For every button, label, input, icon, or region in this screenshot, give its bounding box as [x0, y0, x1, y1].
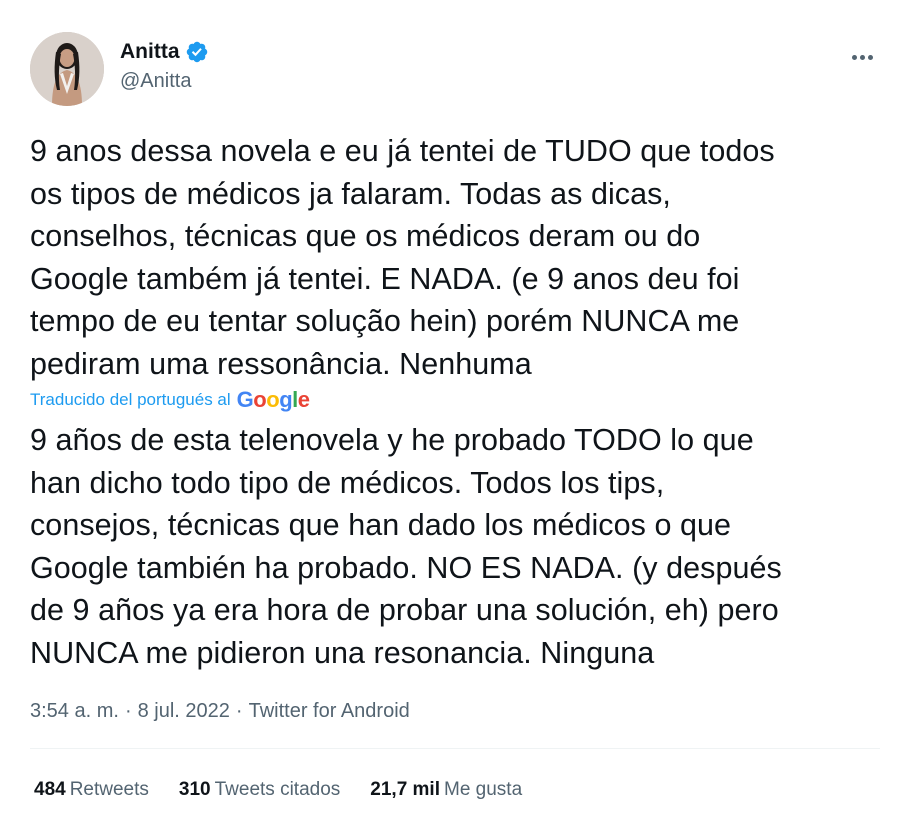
- avatar-photo-icon: [30, 32, 104, 106]
- quotes-count: 310: [178, 779, 211, 800]
- tweet-source[interactable]: Twitter for Android: [249, 700, 410, 723]
- more-dot: [851, 54, 857, 60]
- retweets-count: 484: [34, 779, 66, 800]
- translation-attribution[interactable]: Traducido del portugués al Google: [30, 386, 310, 414]
- google-logo-letter: o: [266, 387, 280, 412]
- likes-count: 21,7 mil: [370, 779, 440, 800]
- author-handle[interactable]: @Anitta: [120, 70, 209, 93]
- likes-label: Me gusta: [444, 779, 523, 800]
- google-logo-letter: g: [279, 387, 293, 412]
- tweet-detail: Anitta @Anitta 9 anos dessa novela e eu …: [0, 0, 903, 817]
- google-logo-letter: o: [253, 387, 267, 412]
- likes-stat[interactable]: 21,7 mil Me gusta: [370, 779, 522, 801]
- author-names: Anitta @Anitta: [120, 38, 209, 93]
- quotes-stat[interactable]: 310 Tweets citados: [179, 779, 340, 801]
- divider: [30, 748, 880, 749]
- translation-label: Traducido del portugués al: [30, 390, 231, 409]
- google-logo-icon: Google: [237, 387, 310, 413]
- verified-badge-icon: [185, 40, 209, 64]
- more-dot: [859, 54, 865, 60]
- engagement-stats: 484 Retweets 310 Tweets citados 21,7 mil Me…: [34, 776, 552, 804]
- tweet-metadata: 3:54 a. m. · 8 jul. 2022 · Twitter for A…: [30, 696, 410, 726]
- more-horizontal-icon[interactable]: [844, 42, 880, 72]
- tweet-date[interactable]: 8 jul. 2022: [138, 700, 230, 723]
- display-name-row: Anitta: [120, 38, 209, 66]
- tweet-header: Anitta @Anitta: [30, 32, 880, 106]
- meta-separator: ·: [124, 699, 132, 722]
- avatar[interactable]: [30, 32, 104, 106]
- retweets-label: Retweets: [69, 779, 149, 800]
- retweets-stat[interactable]: 484 Retweets: [34, 779, 149, 801]
- more-dot: [867, 54, 873, 60]
- quotes-label: Tweets citados: [214, 779, 341, 800]
- meta-separator: ·: [235, 699, 243, 722]
- tweet-text: 9 anos dessa novela e eu já tentei de TU…: [30, 134, 775, 381]
- google-logo-letter: e: [297, 387, 310, 412]
- author-display-name[interactable]: Anitta: [120, 40, 180, 64]
- tweet-timestamp[interactable]: 3:54 a. m.: [30, 700, 119, 723]
- translated-tweet-text: 9 años de esta telenovela y he probado T…: [30, 423, 782, 670]
- google-logo-letter: G: [236, 387, 254, 412]
